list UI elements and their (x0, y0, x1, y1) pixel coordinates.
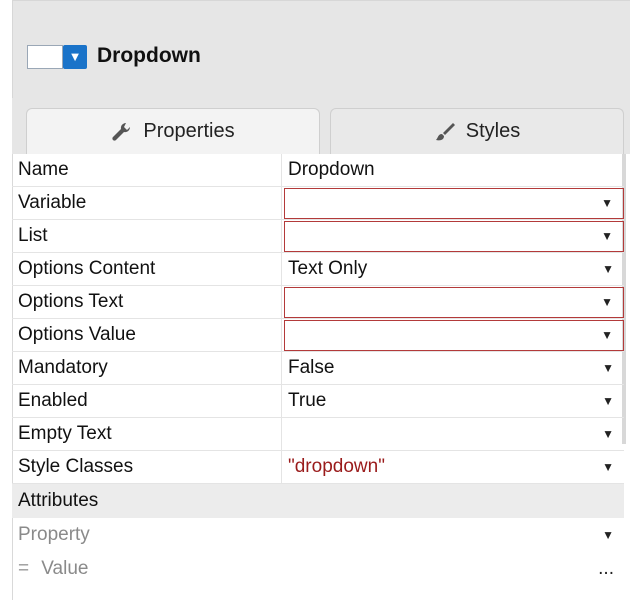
dropdown-arrow-icon[interactable]: ▼ (601, 321, 613, 350)
attribute-value-row[interactable]: = Value ... (12, 552, 624, 586)
property-row-options-content[interactable]: Options Content Text Only ▼ (12, 253, 624, 286)
dropdown-arrow-icon[interactable]: ▼ (601, 222, 613, 251)
property-value-text: True (288, 390, 327, 411)
property-row-options-value[interactable]: Options Value ▼ (12, 319, 624, 352)
chevron-down-icon: ▼ (63, 45, 87, 69)
property-grid: Name Dropdown Variable ▼ List ▼ Options … (12, 154, 624, 586)
dropdown-widget-icon: ▼ (27, 45, 97, 69)
properties-panel: ▼ Dropdown Properties Styles Name Dropdo… (0, 0, 630, 600)
property-label: Style Classes (12, 451, 282, 483)
equals-sign: = (18, 558, 30, 579)
tab-properties-label: Properties (143, 120, 235, 142)
property-value-enabled[interactable]: True ▼ (284, 385, 624, 417)
property-label: Variable (12, 187, 282, 219)
property-value-options-content[interactable]: Text Only ▼ (284, 253, 624, 285)
property-label: Options Value (12, 319, 282, 351)
tab-styles-label: Styles (465, 120, 521, 142)
tab-properties[interactable]: Properties (26, 108, 320, 154)
property-label: Options Content (12, 253, 282, 285)
property-row-empty-text[interactable]: Empty Text ▼ (12, 418, 624, 451)
widget-title: Dropdown (97, 44, 201, 67)
attribute-property-placeholder[interactable]: Property (18, 524, 90, 545)
more-options-button[interactable]: ... (598, 552, 614, 586)
property-label: Options Text (12, 286, 282, 318)
property-value-mandatory[interactable]: False ▼ (284, 352, 624, 384)
property-label: Enabled (12, 385, 282, 417)
property-row-variable[interactable]: Variable ▼ (12, 187, 624, 220)
property-value-options-value[interactable]: ▼ (284, 320, 624, 351)
dropdown-arrow-icon[interactable]: ▼ (602, 253, 614, 285)
property-row-style-classes[interactable]: Style Classes "dropdown" ▼ (12, 451, 624, 484)
property-label: Empty Text (12, 418, 282, 450)
dropdown-arrow-icon[interactable]: ▼ (602, 451, 614, 483)
property-value-text: Dropdown (288, 159, 375, 180)
property-label: Mandatory (12, 352, 282, 384)
wrench-icon (112, 122, 131, 141)
attribute-value-placeholder[interactable]: Value (41, 558, 88, 579)
tab-bar: Properties Styles (12, 98, 630, 154)
property-label: Name (12, 154, 282, 186)
property-value-style-classes[interactable]: "dropdown" ▼ (284, 451, 624, 483)
dropdown-arrow-icon[interactable]: ▼ (602, 352, 614, 384)
property-value-name[interactable]: Dropdown (284, 154, 624, 186)
dropdown-arrow-icon[interactable]: ▼ (601, 189, 613, 218)
property-value-text: False (288, 357, 335, 378)
property-row-options-text[interactable]: Options Text ▼ (12, 286, 624, 319)
property-value-options-text[interactable]: ▼ (284, 287, 624, 318)
dropdown-arrow-icon[interactable]: ▼ (602, 385, 614, 417)
attributes-section-header[interactable]: Attributes (12, 484, 624, 518)
tab-styles[interactable]: Styles (330, 108, 624, 154)
brush-icon (435, 122, 455, 140)
property-value-list[interactable]: ▼ (284, 221, 624, 252)
widget-header: ▼ Dropdown (12, 0, 630, 99)
dropdown-arrow-icon[interactable]: ▼ (601, 288, 613, 317)
property-row-mandatory[interactable]: Mandatory False ▼ (12, 352, 624, 385)
attribute-property-row[interactable]: Property ▼ (12, 518, 624, 552)
property-row-list[interactable]: List ▼ (12, 220, 624, 253)
property-value-empty-text[interactable]: ▼ (284, 418, 624, 450)
dropdown-arrow-icon[interactable]: ▼ (602, 518, 614, 552)
property-label: List (12, 220, 282, 252)
property-row-name[interactable]: Name Dropdown (12, 154, 624, 187)
property-value-text: Text Only (288, 258, 368, 279)
property-value-text: "dropdown" (288, 456, 385, 477)
dropdown-arrow-icon[interactable]: ▼ (602, 418, 614, 450)
dropdown-box-icon (27, 45, 63, 69)
property-row-enabled[interactable]: Enabled True ▼ (12, 385, 624, 418)
property-value-variable[interactable]: ▼ (284, 188, 624, 219)
